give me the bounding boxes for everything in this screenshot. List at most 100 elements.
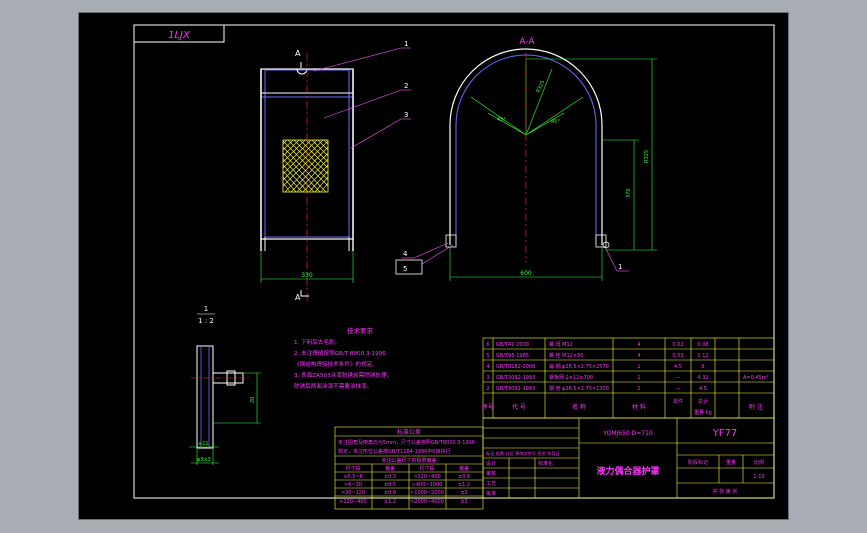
section-foot-right <box>595 234 607 248</box>
parts-header: 附 注 <box>749 403 763 411</box>
section-radius: R325 <box>535 79 546 93</box>
leader-3 <box>350 118 402 149</box>
parts-header: 序号 <box>482 403 494 411</box>
detail-scale: 1 : 2 <box>198 317 214 325</box>
tolerance-subtitle: 未注公差尺寸的极限偏差 <box>381 457 436 464</box>
tolerance-cell: >2000~4000 <box>410 499 444 505</box>
front-view: A A 330 1 2 3 <box>260 40 411 302</box>
parts-cell: 1 <box>637 364 640 370</box>
parts-cell: 0.03 <box>672 353 683 359</box>
section-total-height-dim: R325 <box>644 150 650 163</box>
parts-cell: 9 <box>701 364 704 370</box>
title-row: 审核 <box>486 470 496 477</box>
title-sheet-label: 共 张 第 张 <box>713 488 738 495</box>
parts-weight-unit: 重量 kg <box>694 409 712 416</box>
title-name: 液力偶合器护罩 <box>596 465 659 477</box>
tech-note-line: 3. 表面ZA503涂漆防锈前需除锈处理， <box>294 371 392 379</box>
parts-header: 总计 <box>698 398 708 405</box>
drawing-sheet: 1LJX A A 330 1 2 3 A-A 45° 45° R325 600 … <box>78 12 789 520</box>
front-width-dim: 330 <box>301 272 313 279</box>
tolerance-header: 偏差 <box>459 465 469 472</box>
section-width-dim: 600 <box>520 270 532 277</box>
parts-cell: 钢板网 2×12×700 <box>549 374 593 381</box>
parts-cell: 钢 管 φ26.5×2.75×1300 <box>549 385 609 392</box>
title-row: 标记 处数 分区 更改文件号 签名 年月日 <box>486 450 560 457</box>
section-height-dim: 370 <box>626 188 632 198</box>
title-row: 批准 <box>486 490 496 497</box>
tolerance-cell: >6~30 <box>344 482 362 488</box>
tolerance-cell: ±1.2 <box>384 499 396 505</box>
title-block-text: 标记 处数 分区 更改文件号 签名 年月日 设计 标准化 审核 工艺 批准 YO… <box>486 428 765 497</box>
tolerance-cell: ±2 <box>460 490 467 496</box>
mesh-panel <box>282 139 329 193</box>
parts-cell: 0.12 <box>697 353 708 359</box>
parts-cell: — <box>676 386 681 392</box>
parts-cell: A=0.45m² <box>743 375 769 381</box>
balloon-2: 2 <box>404 82 408 90</box>
tolerance-cell: >30~120 <box>341 490 365 496</box>
parts-list-text: 6 GB/T41-2000 螺 母 M12 4 0.02 0.08 5 GB/T… <box>482 341 769 416</box>
balloon-3: 3 <box>404 111 408 119</box>
section-foot-left <box>445 234 457 248</box>
leader-4 <box>413 242 449 259</box>
corner-label: 1LJX <box>168 30 191 41</box>
title-row: 工艺 <box>486 481 496 487</box>
parts-cell: 扁 钢 φ26.5×2.75×2570 <box>549 363 609 370</box>
tech-notes-title: 技术要求 <box>347 326 374 335</box>
tolerance-cell: ±3 <box>460 499 467 505</box>
balloon-1: 1 <box>404 40 408 48</box>
tolerance-line: 规定，未注形位公差按GB/T1184-1996中K级执行 <box>338 448 451 455</box>
tolerance-cell: >120~400 <box>339 499 366 505</box>
title-weight-label: 重量 <box>726 459 736 466</box>
tolerance-cell: ±0.8 <box>384 490 396 496</box>
parts-cell: 5 <box>486 353 489 359</box>
title-model: YOMJ650 D=710 <box>602 430 653 437</box>
tolerance-header: 尺寸段 <box>345 465 360 472</box>
section-view: A-A 45° 45° R325 600 370 R325 4 5 1 <box>395 37 657 281</box>
tech-notes: 技术要求 1. 下料后去毛刺。 2. 未注焊缝按照GB/T 8900.3-199… <box>294 326 392 390</box>
tech-note-line: 除锈后两面涂漆不需要涂抹漆。 <box>294 382 372 390</box>
parts-cell: 4.5 <box>699 386 707 392</box>
parts-cell: 4 <box>637 353 640 359</box>
balloon-5: 5 <box>403 265 407 273</box>
parts-cell: 0.02 <box>672 342 683 348</box>
parts-header: 单件 <box>673 398 683 405</box>
tech-note-line: 2. 未注焊缝按照GB/T 8900.3-1996 <box>294 349 386 357</box>
tolerance-cell: >400~1000 <box>412 482 443 488</box>
parts-cell: 3 <box>486 375 489 381</box>
balloon-detail: 1 <box>618 263 622 271</box>
parts-cell: 1 <box>637 386 640 392</box>
parts-cell: 4.32 <box>697 375 708 381</box>
title-scale-label: 比例 <box>754 459 764 466</box>
tolerance-text: 标准公差 未注圆角及倒角均为5mm，尺寸公差按照GB/T8000.3-1996 … <box>338 428 475 505</box>
detail-view: 1 1 : 2 20 ≥11 φ3×3 <box>189 305 261 465</box>
leader-2 <box>323 89 402 119</box>
tolerance-header: 偏差 <box>385 465 395 472</box>
cut-mark-bottom: A <box>295 293 301 302</box>
tolerance-cell: ±0.8 <box>458 474 470 480</box>
title-stage-label: 阶段标记 <box>688 459 708 466</box>
parts-header: 材 料 <box>632 403 646 411</box>
section-label: A-A <box>519 37 535 47</box>
parts-cell: 1 <box>637 375 640 381</box>
detail-height-dim: 20 <box>250 397 256 403</box>
balloon-4: 4 <box>403 250 408 258</box>
parts-cell: — <box>676 375 681 381</box>
cad-drawing: 1LJX A A 330 1 2 3 A-A 45° 45° R325 600 … <box>133 24 775 510</box>
parts-header: 名 称 <box>572 403 586 411</box>
title-code: YF77 <box>712 428 738 439</box>
std-label: 标准化 <box>538 460 553 467</box>
parts-cell: GB/T3092-1993 <box>496 375 535 381</box>
parts-cell: GB/T41-2000 <box>496 342 529 348</box>
parts-cell: 螺 栓 M12×30 <box>549 352 583 359</box>
section-radial-lines <box>470 61 584 136</box>
tolerance-title: 标准公差 <box>397 428 421 436</box>
parts-cell: 螺 母 M12 <box>549 341 573 348</box>
parts-cell: 4 <box>486 364 489 370</box>
balloon-5-box <box>395 259 423 275</box>
tolerance-cell: ±0.3 <box>384 474 396 480</box>
parts-cell: 2 <box>486 386 489 392</box>
tolerance-header: 尺寸段 <box>419 465 434 472</box>
parts-cell: 6 <box>486 342 489 348</box>
detail-bottom-dim-b: φ3×3 <box>197 457 211 463</box>
